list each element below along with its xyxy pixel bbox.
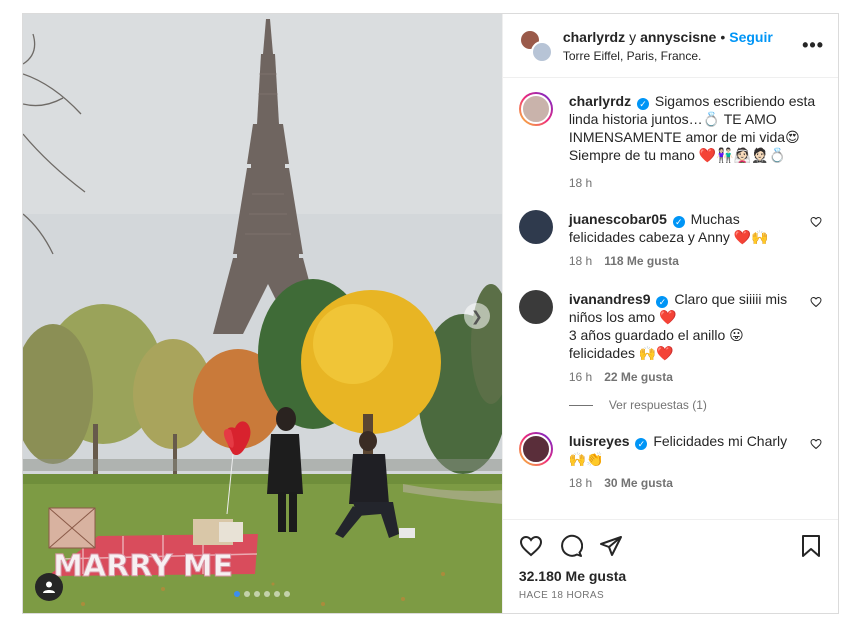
author-conjunction: y — [629, 28, 637, 45]
avatar[interactable] — [518, 432, 553, 466]
chevron-right-icon: ❯ — [470, 307, 483, 324]
comment-username[interactable]: luisreyes — [569, 433, 630, 449]
carousel-next-button[interactable]: ❯ — [463, 303, 490, 329]
comment-likes[interactable]: 30 Me gusta — [604, 474, 673, 492]
comment-username[interactable]: ivanandres9 — [569, 291, 651, 307]
post-header: charlyrdz y annyscisne • Seguir Torre Ei… — [502, 14, 838, 78]
comment-timestamp[interactable]: 16 h — [569, 368, 592, 386]
like-comment-heart-icon[interactable] — [810, 438, 822, 450]
author-username[interactable]: charlyrdz — [563, 29, 625, 45]
caption-text-line: linda historia juntos…💍 TE AMO — [568, 111, 777, 127]
comment-text-line: Felicidades mi Charly — [653, 433, 788, 449]
comments-list: charlyrdz ✓ Sigamos escribiendo esta lin… — [503, 78, 838, 519]
comment-text-line: Muchas — [690, 211, 740, 227]
comment-text-line: 3 años guardado el anillo 😛 — [568, 327, 744, 343]
comment-timestamp[interactable]: 18 h — [569, 252, 592, 270]
avatar[interactable] — [518, 210, 553, 244]
verified-badge-icon: ✓ — [672, 216, 685, 228]
verified-badge-icon: ✓ — [636, 98, 649, 110]
comment-timestamp[interactable]: 18 h — [569, 174, 592, 192]
caption-text-line: INMENSAMENTE amor de mi vida😍 — [568, 129, 800, 145]
carousel-dot — [274, 591, 281, 597]
proposal-photo-scene: MARRY ME — [23, 14, 502, 613]
carousel-dot — [284, 591, 291, 597]
like-comment-heart-icon[interactable] — [810, 216, 822, 228]
comment-item: luisreyes ✓ Felicidades mi Charly 🙌👏 18 … — [518, 432, 822, 492]
save-bookmark-icon[interactable] — [800, 534, 822, 558]
post-timestamp[interactable]: HACE 18 HORAS — [519, 590, 822, 601]
caption-text-line: Sigamos escribiendo esta — [654, 93, 816, 109]
carousel-dot — [254, 591, 261, 597]
follow-button[interactable]: Seguir — [729, 29, 773, 45]
post-actions: 32.180 Me gusta HACE 18 HORAS — [502, 519, 838, 613]
post-side-panel: charlyrdz y annyscisne • Seguir Torre Ei… — [501, 14, 838, 613]
carousel-dot — [244, 591, 251, 597]
more-horizontal-icon[interactable]: ••• — [802, 35, 824, 56]
comment-username[interactable]: charlyrdz — [569, 93, 631, 109]
comment-likes[interactable]: 118 Me gusta — [604, 252, 679, 270]
comment-likes[interactable]: 22 Me gusta — [604, 368, 673, 386]
separator-dot: • — [720, 28, 726, 45]
caption: charlyrdz ✓ Sigamos escribiendo esta lin… — [518, 92, 822, 192]
verified-badge-icon: ✓ — [656, 296, 669, 308]
likes-count[interactable]: 32.180 Me gusta — [519, 568, 822, 584]
replies-divider — [568, 404, 593, 406]
view-replies-label: Ver respuestas (1) — [608, 398, 707, 412]
post-photo[interactable]: MARRY ME ❯ — [23, 14, 502, 613]
comment-timestamp[interactable]: 18 h — [569, 474, 592, 492]
comment-text-line: niños los amo ❤️ — [568, 309, 677, 325]
instagram-post: MARRY ME ❯ charlyrdz y annyscisne • Segu… — [22, 13, 839, 614]
carousel-dot — [234, 591, 241, 597]
like-heart-icon[interactable] — [519, 534, 543, 558]
carousel-indicator — [23, 591, 502, 597]
comment-text-line: felicidades 🙌❤️ — [568, 345, 674, 361]
comment-text-line: felicidades cabeza y Anny ❤️🙌 — [568, 229, 769, 245]
marry-me-sign: MARRY ME — [53, 549, 233, 584]
comment-username[interactable]: juanescobar05 — [569, 211, 667, 227]
comment-bubble-icon[interactable] — [559, 534, 583, 558]
share-paper-plane-icon[interactable] — [599, 534, 623, 558]
comment-item: ivanandres9 ✓ Claro que siiiii mis niños… — [518, 290, 822, 386]
avatar[interactable] — [518, 92, 553, 126]
caption-text-line: Siempre de tu mano ❤️👫🏻👰🏻🤵🏻💍 — [568, 147, 786, 163]
avatar[interactable] — [518, 290, 553, 324]
like-comment-heart-icon[interactable] — [810, 296, 822, 308]
verified-badge-icon: ✓ — [635, 438, 648, 450]
collab-avatars[interactable] — [518, 28, 553, 63]
carousel-dot — [264, 591, 271, 597]
avatar — [530, 40, 553, 63]
comment-text-line: 🙌👏 — [568, 451, 604, 467]
coauthor-username[interactable]: annyscisne — [640, 29, 716, 45]
comment-item: juanescobar05 ✓ Muchas felicidades cabez… — [518, 210, 822, 270]
comment-text-line: Claro que siiiii mis — [674, 291, 788, 307]
view-replies-button[interactable]: Ver respuestas (1) — [568, 398, 822, 412]
location-link[interactable]: Torre Eiffel, Paris, France. — [563, 49, 802, 63]
